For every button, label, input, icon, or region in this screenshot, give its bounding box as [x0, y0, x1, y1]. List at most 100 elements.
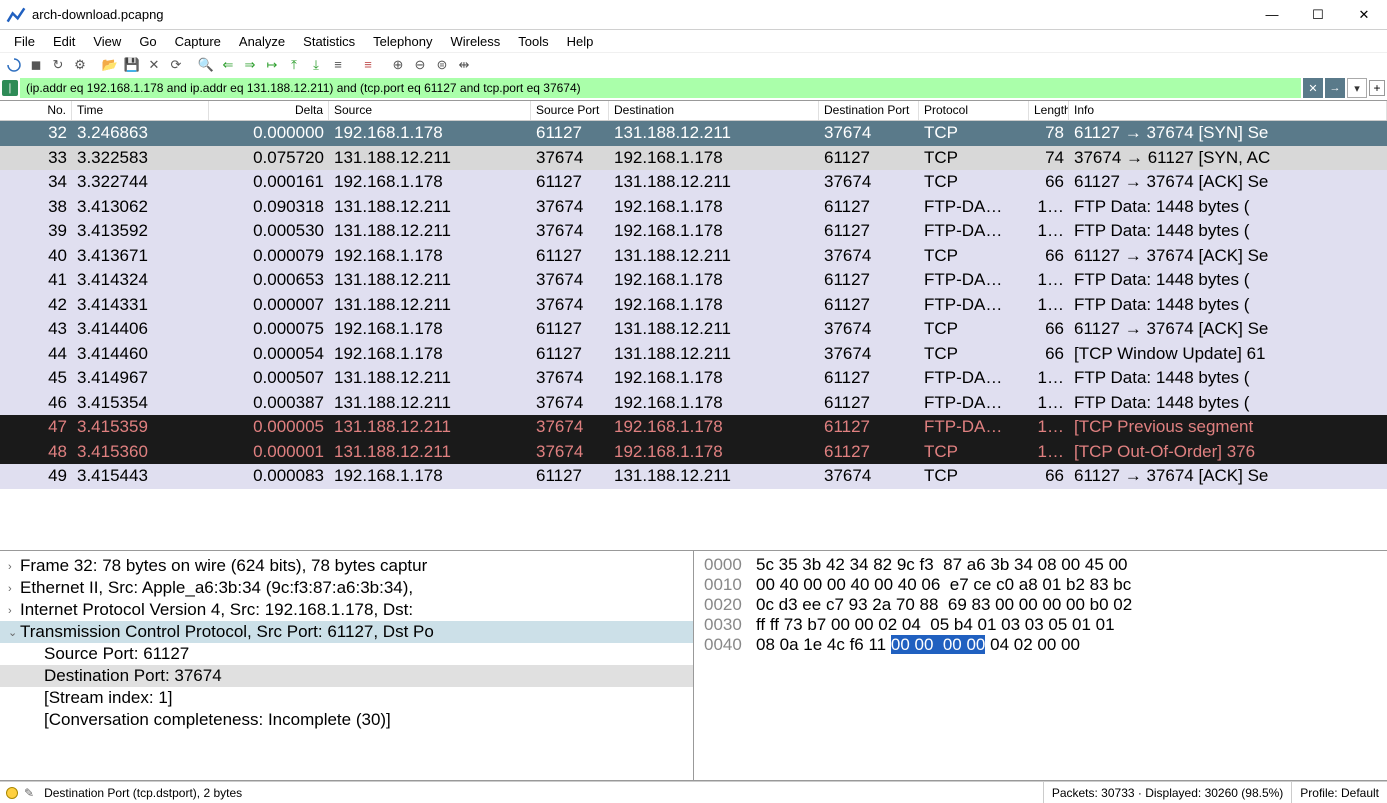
- close-file-icon[interactable]: ✕: [144, 55, 164, 75]
- packet-row[interactable]: 323.2468630.000000192.168.1.17861127131.…: [0, 121, 1387, 146]
- tree-expander-icon[interactable]: ›: [8, 583, 20, 595]
- cell-src: 192.168.1.178: [329, 245, 531, 267]
- packet-row[interactable]: 483.4153600.000001131.188.12.21137674192…: [0, 440, 1387, 465]
- column-header-proto[interactable]: Protocol: [919, 101, 1029, 120]
- stop-capture-icon[interactable]: ◼: [26, 55, 46, 75]
- colorize-icon[interactable]: ≡: [358, 55, 378, 75]
- find-packet-icon[interactable]: 🔍: [196, 55, 216, 75]
- cell-sport: 37674: [531, 392, 609, 414]
- start-capture-icon[interactable]: [4, 55, 24, 75]
- tree-line[interactable]: ⌄Transmission Control Protocol, Src Port…: [0, 621, 693, 643]
- minimize-button[interactable]: —: [1249, 0, 1295, 29]
- menu-capture[interactable]: Capture: [167, 32, 229, 51]
- menu-statistics[interactable]: Statistics: [295, 32, 363, 51]
- add-filter-button[interactable]: +: [1369, 80, 1385, 96]
- maximize-button[interactable]: ☐: [1295, 0, 1341, 29]
- tree-text: Destination Port: 37674: [44, 666, 222, 685]
- packet-row[interactable]: 463.4153540.000387131.188.12.21137674192…: [0, 391, 1387, 416]
- go-forward-icon[interactable]: ⇒: [240, 55, 260, 75]
- tree-line[interactable]: ›Internet Protocol Version 4, Src: 192.1…: [0, 599, 693, 621]
- packet-row[interactable]: 403.4136710.000079192.168.1.17861127131.…: [0, 244, 1387, 269]
- zoom-out-icon[interactable]: ⊖: [410, 55, 430, 75]
- hex-line[interactable]: 0030 ff ff 73 b7 00 00 02 04 05 b4 01 03…: [704, 615, 1377, 635]
- apply-filter-icon[interactable]: →: [1325, 78, 1345, 98]
- column-header-dport[interactable]: Destination Port: [819, 101, 919, 120]
- cell-no: 47: [0, 416, 72, 438]
- hex-line[interactable]: 0010 00 40 00 00 40 00 40 06 e7 ce c0 a8…: [704, 575, 1377, 595]
- menu-edit[interactable]: Edit: [45, 32, 83, 51]
- cell-src: 192.168.1.178: [329, 343, 531, 365]
- packet-row[interactable]: 443.4144600.000054192.168.1.17861127131.…: [0, 342, 1387, 367]
- menu-help[interactable]: Help: [559, 32, 602, 51]
- packet-row[interactable]: 473.4153590.000005131.188.12.21137674192…: [0, 415, 1387, 440]
- go-first-icon[interactable]: ⤒: [284, 55, 304, 75]
- packet-bytes-pane[interactable]: 0000 5c 35 3b 42 34 82 9c f3 87 a6 3b 34…: [694, 551, 1387, 780]
- cell-time: 3.413671: [72, 245, 209, 267]
- go-back-icon[interactable]: ⇐: [218, 55, 238, 75]
- column-header-no[interactable]: No.: [0, 101, 72, 120]
- packet-details-pane[interactable]: ›Frame 32: 78 bytes on wire (624 bits), …: [0, 551, 694, 780]
- status-profile[interactable]: Profile: Default: [1291, 782, 1387, 803]
- tree-line[interactable]: Source Port: 61127: [0, 643, 693, 665]
- cell-len: 66: [1029, 343, 1069, 365]
- display-filter-input[interactable]: [20, 78, 1301, 98]
- edit-capture-comment-icon[interactable]: ✎: [24, 786, 34, 800]
- column-header-dst[interactable]: Destination: [609, 101, 819, 120]
- tree-expander-icon[interactable]: ›: [8, 605, 20, 617]
- column-header-len[interactable]: Length: [1029, 101, 1069, 120]
- packet-row[interactable]: 433.4144060.000075192.168.1.17861127131.…: [0, 317, 1387, 342]
- restart-capture-icon[interactable]: ↻: [48, 55, 68, 75]
- reload-file-icon[interactable]: ⟳: [166, 55, 186, 75]
- zoom-in-icon[interactable]: ⊕: [388, 55, 408, 75]
- packet-row[interactable]: 333.3225830.075720131.188.12.21137674192…: [0, 146, 1387, 171]
- column-header-info[interactable]: Info: [1069, 101, 1387, 120]
- hex-line[interactable]: 0020 0c d3 ee c7 93 2a 70 88 69 83 00 00…: [704, 595, 1377, 615]
- menu-go[interactable]: Go: [131, 32, 164, 51]
- packet-list-pane: No.TimeDeltaSourceSource PortDestination…: [0, 100, 1387, 551]
- hex-line[interactable]: 0040 08 0a 1e 4c f6 11 00 00 00 00 04 02…: [704, 635, 1377, 655]
- go-to-packet-icon[interactable]: ↦: [262, 55, 282, 75]
- menu-telephony[interactable]: Telephony: [365, 32, 440, 51]
- capture-options-icon[interactable]: ⚙: [70, 55, 90, 75]
- menu-file[interactable]: File: [6, 32, 43, 51]
- menu-analyze[interactable]: Analyze: [231, 32, 293, 51]
- packet-row[interactable]: 413.4143240.000653131.188.12.21137674192…: [0, 268, 1387, 293]
- open-file-icon[interactable]: 📂: [100, 55, 120, 75]
- zoom-reset-icon[interactable]: ⊜: [432, 55, 452, 75]
- resize-columns-icon[interactable]: ⇹: [454, 55, 474, 75]
- cell-sport: 61127: [531, 465, 609, 487]
- tree-expander-icon[interactable]: ›: [8, 561, 20, 573]
- cell-sport: 37674: [531, 196, 609, 218]
- column-header-time[interactable]: Time: [72, 101, 209, 120]
- go-last-icon[interactable]: ⤓: [306, 55, 326, 75]
- packet-row[interactable]: 493.4154430.000083192.168.1.17861127131.…: [0, 464, 1387, 489]
- tree-line[interactable]: ›Ethernet II, Src: Apple_a6:3b:34 (9c:f3…: [0, 577, 693, 599]
- menu-view[interactable]: View: [85, 32, 129, 51]
- packet-row[interactable]: 453.4149670.000507131.188.12.21137674192…: [0, 366, 1387, 391]
- bookmark-filter-icon[interactable]: ❘: [2, 80, 18, 96]
- statusbar: ✎ Destination Port (tcp.dstport), 2 byte…: [0, 781, 1387, 803]
- tree-line[interactable]: Destination Port: 37674: [0, 665, 693, 687]
- menu-tools[interactable]: Tools: [510, 32, 556, 51]
- close-button[interactable]: ✕: [1341, 0, 1387, 29]
- packet-row[interactable]: 383.4130620.090318131.188.12.21137674192…: [0, 195, 1387, 220]
- tree-line[interactable]: [Stream index: 1]: [0, 687, 693, 709]
- packet-row[interactable]: 393.4135920.000530131.188.12.21137674192…: [0, 219, 1387, 244]
- tree-line[interactable]: ›Frame 32: 78 bytes on wire (624 bits), …: [0, 555, 693, 577]
- packet-row[interactable]: 423.4143310.000007131.188.12.21137674192…: [0, 293, 1387, 318]
- expert-info-icon[interactable]: [6, 787, 18, 799]
- column-header-src[interactable]: Source: [329, 101, 531, 120]
- packet-list-body[interactable]: 323.2468630.000000192.168.1.17861127131.…: [0, 121, 1387, 550]
- tree-line[interactable]: [Conversation completeness: Incomplete (…: [0, 709, 693, 731]
- hex-line[interactable]: 0000 5c 35 3b 42 34 82 9c f3 87 a6 3b 34…: [704, 555, 1377, 575]
- clear-filter-icon[interactable]: ✕: [1303, 78, 1323, 98]
- tree-expander-icon[interactable]: ⌄: [8, 626, 20, 639]
- menu-wireless[interactable]: Wireless: [442, 32, 508, 51]
- filter-history-icon[interactable]: ▾: [1347, 78, 1367, 98]
- packet-row[interactable]: 343.3227440.000161192.168.1.17861127131.…: [0, 170, 1387, 195]
- column-header-sport[interactable]: Source Port: [531, 101, 609, 120]
- cell-src: 131.188.12.211: [329, 294, 531, 316]
- auto-scroll-icon[interactable]: ≡: [328, 55, 348, 75]
- column-header-delta[interactable]: Delta: [209, 101, 329, 120]
- save-file-icon[interactable]: 💾: [122, 55, 142, 75]
